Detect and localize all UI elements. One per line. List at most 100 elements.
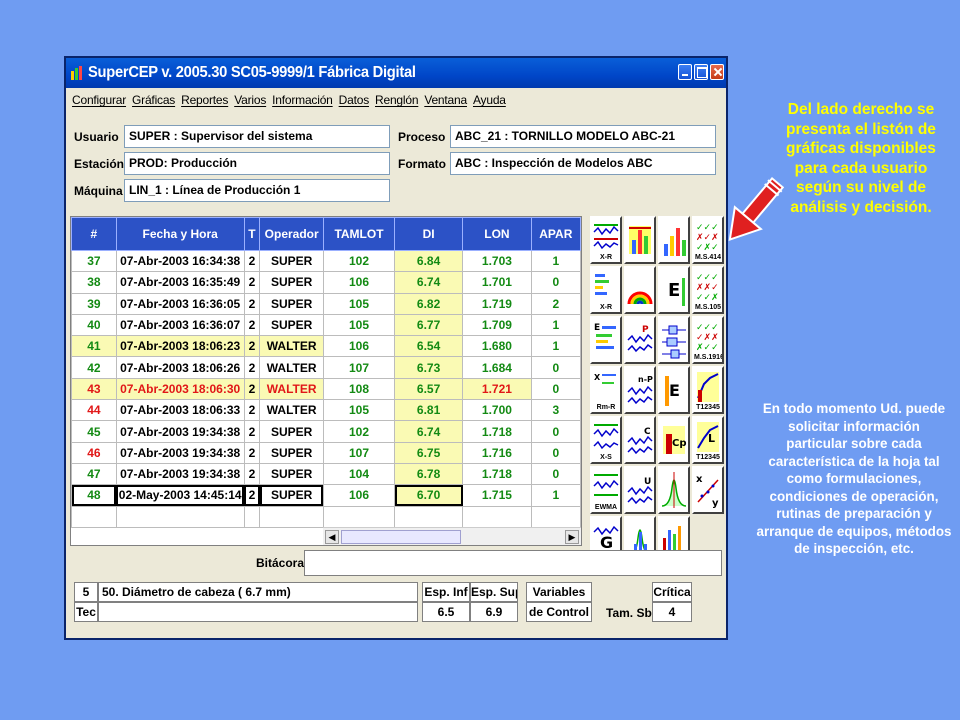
bitacora-field[interactable] <box>304 550 722 576</box>
close-button[interactable] <box>710 64 724 80</box>
cell-num[interactable]: 41 <box>71 335 117 358</box>
cell-tamlot[interactable]: 107 <box>322 441 396 464</box>
cell-t[interactable]: 2 <box>243 484 261 507</box>
cell-lon[interactable]: 1.718 <box>462 420 532 443</box>
cell-t[interactable]: 2 <box>243 335 261 358</box>
variable-name[interactable]: 50. Diámetro de cabeza ( 6.7 mm) <box>98 582 418 602</box>
cell-di[interactable]: 6.84 <box>394 249 464 273</box>
cell-operador[interactable]: SUPER <box>259 313 324 337</box>
table-row[interactable]: 37 07-Abr-2003 16:34:38 2 SUPER 102 6.84 1.703… <box>71 249 581 273</box>
menu-informacion[interactable]: Información <box>272 93 333 107</box>
menu-renglon[interactable]: Renglón <box>375 93 419 107</box>
horizontal-scrollbar[interactable]: ◀ ▶ <box>323 527 581 545</box>
minimize-button[interactable] <box>678 64 692 80</box>
cell-operador[interactable]: SUPER <box>259 462 324 486</box>
chart-p-button[interactable]: P <box>624 316 656 364</box>
cell-apar[interactable]: 0 <box>530 356 581 379</box>
chart-list-button[interactable]: E <box>590 316 622 364</box>
col-lon[interactable]: LON <box>462 217 532 251</box>
cell-fecha[interactable]: 07-Abr-2003 16:35:49 <box>115 271 245 294</box>
cell-lon[interactable]: 1.700 <box>462 399 532 422</box>
cell-num[interactable]: 46 <box>71 441 117 464</box>
cell-apar[interactable]: 0 <box>530 420 581 443</box>
cell-tamlot[interactable]: 108 <box>322 377 396 401</box>
chart-rainbow-button[interactable] <box>624 266 656 314</box>
cell-operador[interactable]: SUPER <box>259 484 324 507</box>
cell-apar[interactable]: 0 <box>530 441 581 464</box>
cell-fecha[interactable]: 07-Abr-2003 16:36:07 <box>115 313 245 337</box>
formato-field[interactable]: ABC : Inspección de Modelos ABC <box>450 152 716 175</box>
cell-operador[interactable]: SUPER <box>259 420 324 443</box>
cell-apar[interactable]: 1 <box>530 313 581 337</box>
cell-tamlot[interactable]: 105 <box>322 399 396 422</box>
cell-operador[interactable]: SUPER <box>259 441 324 464</box>
cell-apar[interactable]: 1 <box>530 335 581 358</box>
cell-t[interactable]: 2 <box>243 356 261 379</box>
cell-tamlot[interactable]: 106 <box>322 271 396 294</box>
menu-datos[interactable]: Datos <box>339 93 370 107</box>
menu-ayuda[interactable]: Ayuda <box>473 93 506 107</box>
chart-ms414-button[interactable]: ✓✓✓ ✗✓✗ ✓✗✓ M.S.414 <box>692 216 724 264</box>
cell-lon[interactable]: 1.680 <box>462 335 532 358</box>
proceso-field[interactable]: ABC_21 : TORNILLO MODELO ABC-21 <box>450 125 716 148</box>
cell-di[interactable]: 6.77 <box>394 313 464 337</box>
chart-xs-button[interactable]: X-S <box>590 416 622 464</box>
cell-num[interactable]: 37 <box>71 249 117 273</box>
cell-t[interactable]: 2 <box>243 441 261 464</box>
cell-fecha[interactable]: 02-May-2003 14:45:14 <box>115 484 245 507</box>
chart-ms1916-button[interactable]: ✓✓✓ ✓✗✗ ✗✓✓ M.S.1916 <box>692 316 724 364</box>
cell-di[interactable]: 6.75 <box>394 441 464 464</box>
cell-t[interactable]: 2 <box>243 420 261 443</box>
col-operador[interactable]: Operador <box>259 217 324 251</box>
cell-operador[interactable]: WALTER <box>259 377 324 401</box>
cell-tamlot[interactable]: 105 <box>322 313 396 337</box>
cell-num[interactable]: 45 <box>71 420 117 443</box>
cell-lon[interactable]: 1.721 <box>462 377 532 401</box>
cell-t[interactable]: 2 <box>243 313 261 337</box>
chart-xr-button[interactable]: X-R <box>590 216 622 264</box>
estacion-field[interactable]: PROD: Producción <box>124 152 390 175</box>
chart-rmr-button[interactable]: X Rm-R <box>590 366 622 414</box>
chart-e-button[interactable]: E <box>658 266 690 314</box>
menu-varios[interactable]: Varios <box>234 93 266 107</box>
col-di[interactable]: DI <box>394 217 464 251</box>
cell-fecha[interactable]: 07-Abr-2003 18:06:26 <box>115 356 245 379</box>
cell-num[interactable]: 44 <box>71 399 117 422</box>
cell-lon[interactable]: 1.716 <box>462 441 532 464</box>
cell-apar[interactable]: 2 <box>530 292 581 315</box>
cell-di[interactable]: 6.54 <box>394 335 464 358</box>
chart-bars-button[interactable] <box>658 216 690 264</box>
cell-apar[interactable]: 3 <box>530 399 581 422</box>
cell-di[interactable]: 6.57 <box>394 377 464 401</box>
chart-u-button[interactable]: U <box>624 466 656 514</box>
tec-field[interactable] <box>98 602 418 622</box>
table-row[interactable]: 44 07-Abr-2003 18:06:33 2 WALTER 105 6.81 1.70… <box>71 399 581 422</box>
table-row[interactable]: 42 07-Abr-2003 18:06:26 2 WALTER 107 6.73 1.68… <box>71 356 581 379</box>
chart-c-button[interactable]: C <box>624 416 656 464</box>
menu-ventana[interactable]: Ventana <box>424 93 467 107</box>
cell-tamlot[interactable]: 106 <box>322 484 396 507</box>
menu-reportes[interactable]: Reportes <box>181 93 228 107</box>
cell-num[interactable]: 48 <box>71 484 117 507</box>
table-row[interactable]: 48 02-May-2003 14:45:14 2 SUPER 106 6.70 1.715… <box>71 484 581 507</box>
cell-num[interactable]: 40 <box>71 313 117 337</box>
cell-tamlot[interactable]: 102 <box>322 420 396 443</box>
cell-t[interactable]: 2 <box>243 377 261 401</box>
cell-apar[interactable]: 1 <box>530 249 581 273</box>
cell-lon[interactable]: 1.701 <box>462 271 532 294</box>
cell-fecha[interactable]: 07-Abr-2003 18:06:30 <box>115 377 245 401</box>
col-tamlot[interactable]: TAMLOT <box>322 217 396 251</box>
menu-graficas[interactable]: Gráficas <box>132 93 175 107</box>
cell-fecha[interactable]: 07-Abr-2003 16:36:05 <box>115 292 245 315</box>
cell-di[interactable]: 6.74 <box>394 271 464 294</box>
chart-t12345-button[interactable]: T12345 <box>692 366 724 414</box>
cell-tamlot[interactable]: 106 <box>322 335 396 358</box>
cell-tamlot[interactable]: 104 <box>322 462 396 486</box>
cell-fecha[interactable]: 07-Abr-2003 19:34:38 <box>115 420 245 443</box>
table-row[interactable]: 38 07-Abr-2003 16:35:49 2 SUPER 106 6.74 1.701… <box>71 271 581 294</box>
scroll-right-icon[interactable]: ▶ <box>565 530 579 544</box>
chart-xy-button[interactable]: xy <box>692 466 724 514</box>
cell-num[interactable]: 42 <box>71 356 117 379</box>
cell-tamlot[interactable]: 107 <box>322 356 396 379</box>
menu-configurar[interactable]: Configurar <box>72 93 126 107</box>
